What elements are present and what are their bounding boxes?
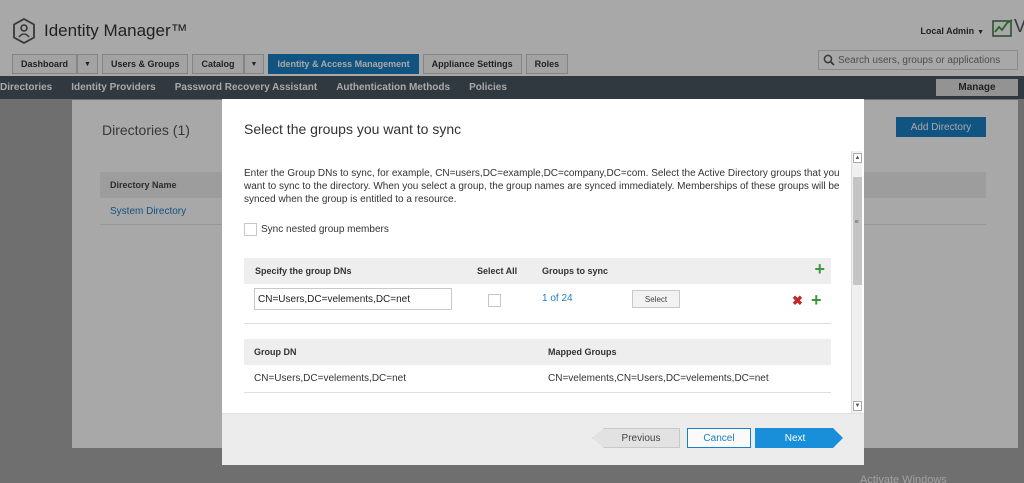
scroll-grip-icon: ≡ — [854, 219, 859, 226]
scroll-up-arrow-icon[interactable]: ▲ — [853, 153, 862, 163]
dialog-footer: Previous Cancel Next — [222, 413, 864, 465]
dialog-body: Enter the Group DNs to sync, for example… — [222, 151, 850, 413]
column-header-groups-to-sync: Groups to sync — [542, 266, 609, 276]
mapped-group-value: CN=velements,CN=Users,DC=velements,DC=ne… — [548, 373, 769, 384]
dialog-title: Select the groups you want to sync — [244, 121, 462, 137]
group-dn-table-header: Specify the group DNs Select All Groups … — [244, 258, 831, 284]
add-row-plus-icon[interactable]: + — [811, 291, 822, 309]
column-header-group-dn: Group DN — [254, 347, 297, 357]
activation-watermark: Activate Windows — [860, 474, 947, 483]
dialog-description: Enter the Group DNs to sync, for example… — [244, 168, 840, 205]
mapped-group-dn: CN=Users,DC=velements,DC=net — [254, 373, 406, 384]
select-all-checkbox[interactable] — [488, 294, 501, 307]
group-dn-input[interactable] — [254, 288, 452, 310]
column-header-group-dns: Specify the group DNs — [255, 266, 352, 276]
scroll-down-arrow-icon[interactable]: ▼ — [853, 401, 862, 411]
mapping-table-header: Group DN Mapped Groups — [244, 339, 831, 365]
column-header-mapped-groups: Mapped Groups — [548, 347, 617, 357]
divider — [244, 323, 831, 324]
next-button[interactable]: Next — [755, 428, 843, 448]
select-groups-button[interactable]: Select — [632, 290, 680, 308]
scroll-thumb[interactable] — [853, 177, 862, 285]
sync-groups-dialog: Select the groups you want to sync Enter… — [222, 99, 864, 465]
previous-button[interactable]: Previous — [592, 428, 680, 448]
sync-nested-option[interactable]: Sync nested group members — [244, 223, 389, 236]
column-header-select-all: Select All — [477, 266, 518, 276]
groups-count-link[interactable]: 1 of 24 — [542, 293, 573, 304]
sync-nested-checkbox[interactable] — [244, 223, 257, 236]
remove-x-icon[interactable]: ✖ — [792, 294, 803, 307]
sync-nested-label: Sync nested group members — [261, 224, 389, 235]
cancel-button[interactable]: Cancel — [687, 428, 751, 448]
dialog-scrollbar[interactable]: ▲ ≡ ▼ — [851, 151, 862, 413]
add-dn-plus-icon[interactable]: + — [814, 260, 825, 278]
divider — [244, 392, 831, 393]
